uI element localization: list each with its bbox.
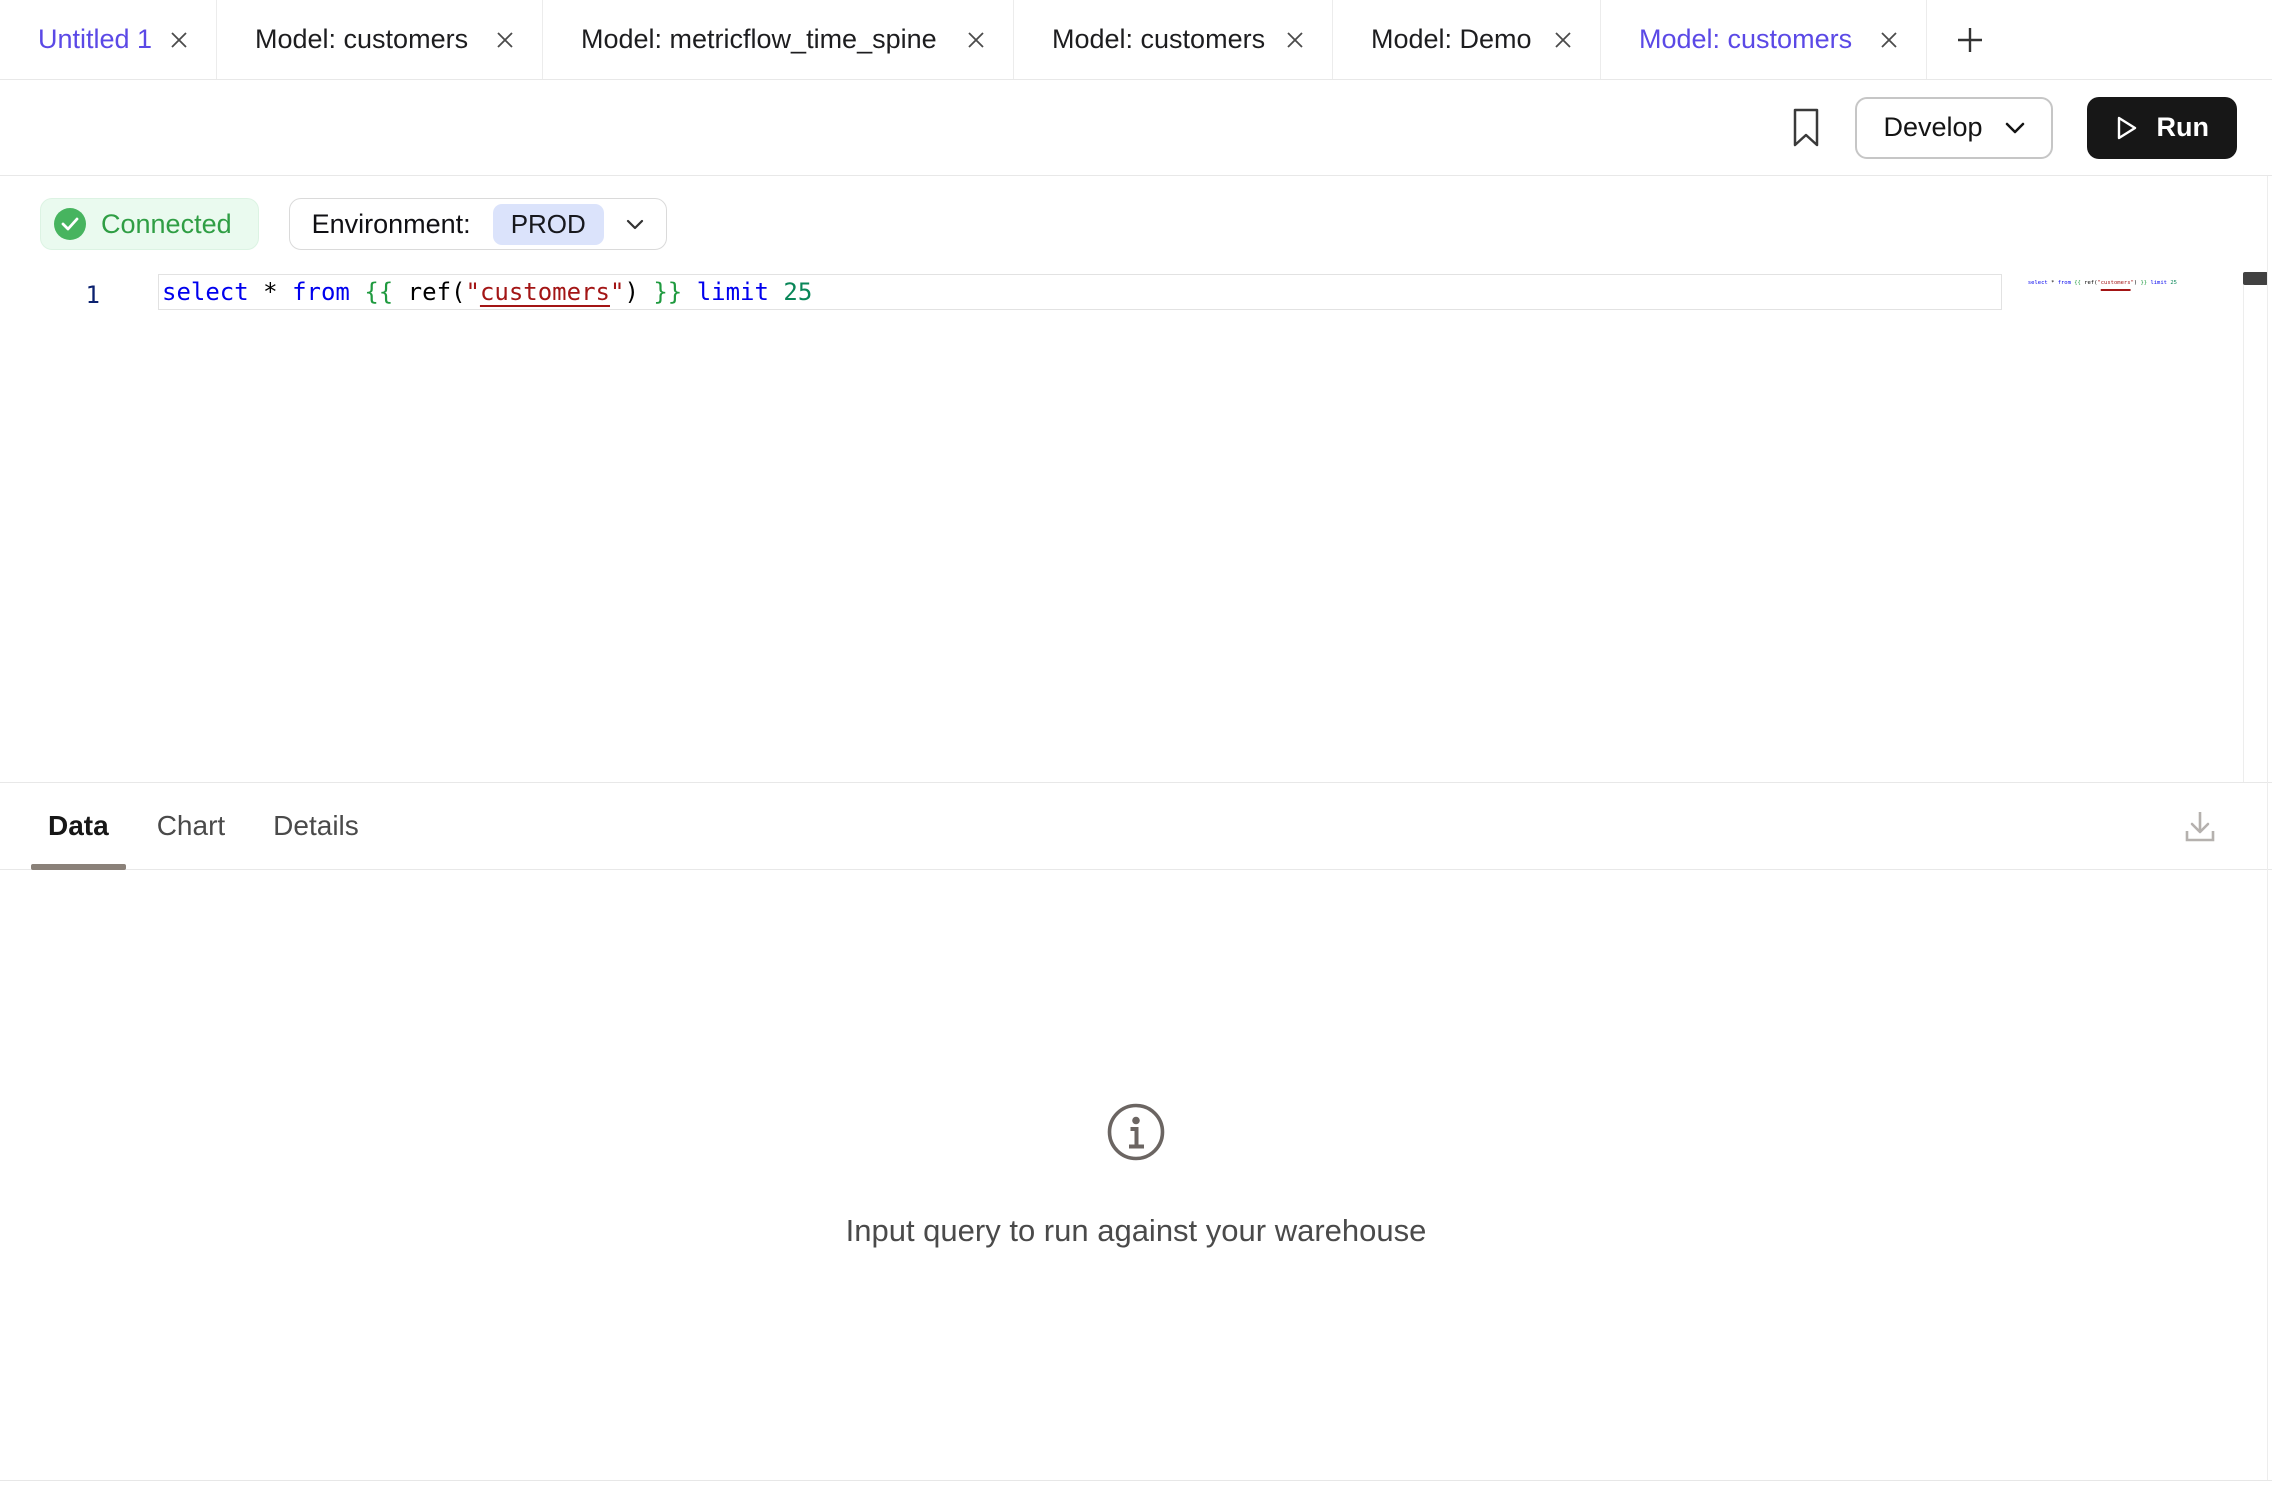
code-editor[interactable]: 1 select * from {{ ref("customers") }} l…	[0, 274, 2272, 314]
right-edge-divider	[2267, 176, 2268, 1480]
bookmark-icon	[1791, 107, 1821, 149]
results-tab-label: Chart	[157, 810, 225, 842]
results-tab-bar: Data Chart Details	[0, 782, 2272, 870]
close-tab-icon[interactable]	[494, 29, 516, 51]
develop-menu-button[interactable]: Develop	[1855, 97, 2052, 159]
close-tab-icon[interactable]	[1878, 29, 1900, 51]
info-icon	[1105, 1101, 1167, 1163]
tab-details[interactable]: Details	[256, 783, 376, 869]
code-line-tokens: select * from {{ ref("customers") }} lim…	[162, 278, 812, 306]
develop-label: Develop	[1883, 112, 1982, 143]
tab-untitled-1[interactable]: Untitled 1	[0, 0, 217, 79]
sql-editor-pane: Connected Environment: PROD 1 select * f…	[0, 176, 2272, 782]
tab-model-demo[interactable]: Model: Demo	[1333, 0, 1601, 79]
tab-label: Model: Demo	[1371, 24, 1532, 55]
editor-scrollbar-thumb[interactable]	[2243, 272, 2268, 285]
tab-label: Model: customers	[1639, 24, 1852, 55]
close-tab-icon[interactable]	[168, 29, 190, 51]
connection-status-badge: Connected	[40, 198, 259, 250]
tab-model-customers-2[interactable]: Model: customers	[1014, 0, 1333, 79]
tab-label: Model: customers	[255, 24, 468, 55]
environment-label: Environment:	[312, 209, 471, 240]
empty-state-message: Input query to run against your warehous…	[846, 1213, 1427, 1249]
editor-toolbar: Develop Run	[0, 80, 2272, 176]
connection-status-label: Connected	[101, 209, 232, 240]
close-tab-icon[interactable]	[1284, 29, 1306, 51]
tab-data[interactable]: Data	[31, 783, 126, 869]
bottom-divider	[0, 1480, 2272, 1481]
results-empty-state: Input query to run against your warehous…	[0, 870, 2272, 1480]
close-tab-icon[interactable]	[1552, 29, 1574, 51]
line-number: 1	[0, 278, 100, 312]
environment-value-badge: PROD	[493, 204, 604, 245]
scrollbar-track-divider	[2243, 274, 2244, 782]
tab-model-customers-3[interactable]: Model: customers	[1601, 0, 1927, 79]
environment-selector[interactable]: Environment: PROD	[289, 198, 667, 250]
results-tab-label: Data	[48, 810, 109, 842]
check-circle-icon	[54, 208, 86, 240]
new-tab-button[interactable]	[1927, 0, 2013, 79]
editor-tab-bar: Untitled 1 Model: customers Model: metri…	[0, 0, 2272, 80]
run-label: Run	[2157, 112, 2209, 143]
tab-label: Model: customers	[1052, 24, 1265, 55]
results-tab-label: Details	[273, 810, 359, 842]
code-line[interactable]: select * from {{ ref("customers") }} lim…	[158, 274, 2002, 310]
editor-status-row: Connected Environment: PROD	[40, 198, 667, 250]
tab-model-customers-1[interactable]: Model: customers	[217, 0, 543, 79]
bookmark-button[interactable]	[1791, 107, 1821, 149]
run-button[interactable]: Run	[2087, 97, 2237, 159]
tab-chart[interactable]: Chart	[140, 783, 242, 869]
download-results-button[interactable]	[2178, 804, 2222, 848]
editor-minimap[interactable]: select * from {{ ref("customers") }} lim…	[2008, 274, 2177, 292]
results-pane: Data Chart Details Input query to run ag…	[0, 782, 2272, 1480]
minimap-line: select * from {{ ref("customers") }} lim…	[2028, 280, 2177, 286]
tab-label: Model: metricflow_time_spine	[581, 24, 937, 55]
tab-label: Untitled 1	[38, 24, 152, 55]
close-tab-icon[interactable]	[965, 29, 987, 51]
plus-icon	[1955, 25, 1985, 55]
download-icon	[2178, 804, 2222, 848]
tab-model-metricflow-time-spine[interactable]: Model: metricflow_time_spine	[543, 0, 1014, 79]
chevron-down-icon	[2005, 122, 2025, 134]
chevron-down-icon	[626, 219, 644, 230]
play-icon	[2115, 115, 2139, 141]
